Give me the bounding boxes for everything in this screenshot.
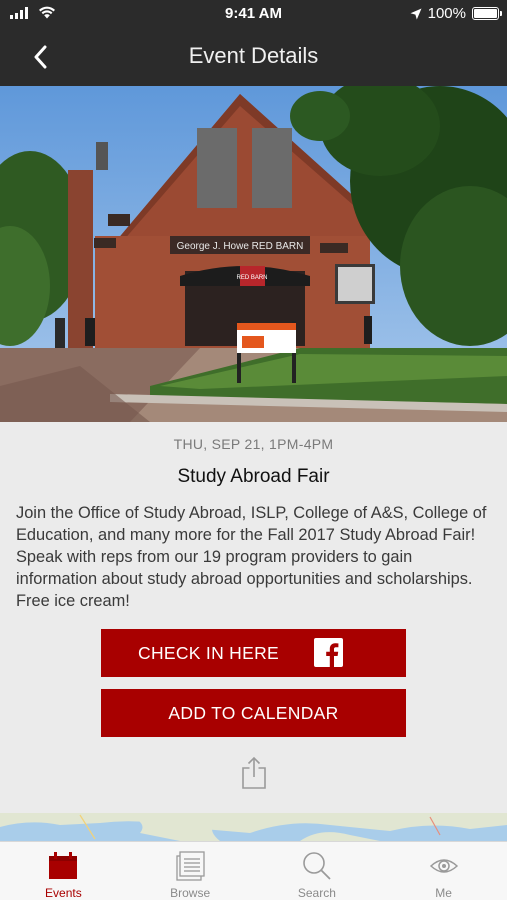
eye-icon [428, 850, 460, 882]
map-preview-illustration [0, 813, 507, 841]
share-button[interactable] [240, 756, 268, 790]
tab-bar: Events Browse Search Me [0, 841, 507, 900]
red-barn-sign-text: RED BARN [236, 275, 267, 281]
tab-events-label: Events [45, 886, 82, 900]
calendar-icon [47, 850, 79, 882]
check-in-label: CHECK IN HERE [138, 643, 280, 663]
list-icon [174, 850, 206, 882]
tab-search-label: Search [297, 886, 336, 900]
map-preview[interactable] [0, 813, 507, 841]
event-date: THU, SEP 21, 1PM-4PM [173, 436, 334, 452]
event-details: THU, SEP 21, 1PM-4PM Study Abroad Fair J… [0, 422, 507, 817]
search-icon [301, 850, 333, 882]
battery-icon [472, 7, 502, 20]
tab-browse[interactable]: Browse [127, 842, 254, 900]
event-title: Study Abroad Fair [177, 466, 330, 487]
tab-search[interactable]: Search [254, 842, 381, 900]
add-to-calendar-label: ADD TO CALENDAR [168, 702, 339, 723]
page-title: Event Details [188, 43, 319, 68]
location-arrow-icon [410, 8, 422, 19]
add-to-calendar-button[interactable]: ADD TO CALENDAR [101, 689, 406, 737]
tab-browse-label: Browse [170, 886, 211, 900]
nav-bar: Event Details [0, 28, 507, 86]
event-description: Join the Office of Study Abroad, ISLP, C… [16, 504, 487, 610]
event-photo-illustration: George J. Howe RED BARN RED BARN [0, 86, 507, 422]
tab-me[interactable]: Me [380, 842, 507, 900]
status-bar: 9:41 AM 100% [0, 0, 507, 28]
tab-me-label: Me [435, 886, 452, 900]
building-sign-text: George J. Howe RED BARN [177, 241, 304, 252]
event-photo: George J. Howe RED BARN RED BARN [0, 86, 507, 422]
battery-percent: 100% [427, 5, 466, 22]
status-right: 100% [410, 5, 502, 22]
check-in-button[interactable]: CHECK IN HERE [101, 629, 406, 677]
facebook-icon [314, 638, 343, 667]
share-icon [242, 756, 266, 789]
tab-events[interactable]: Events [0, 842, 127, 900]
